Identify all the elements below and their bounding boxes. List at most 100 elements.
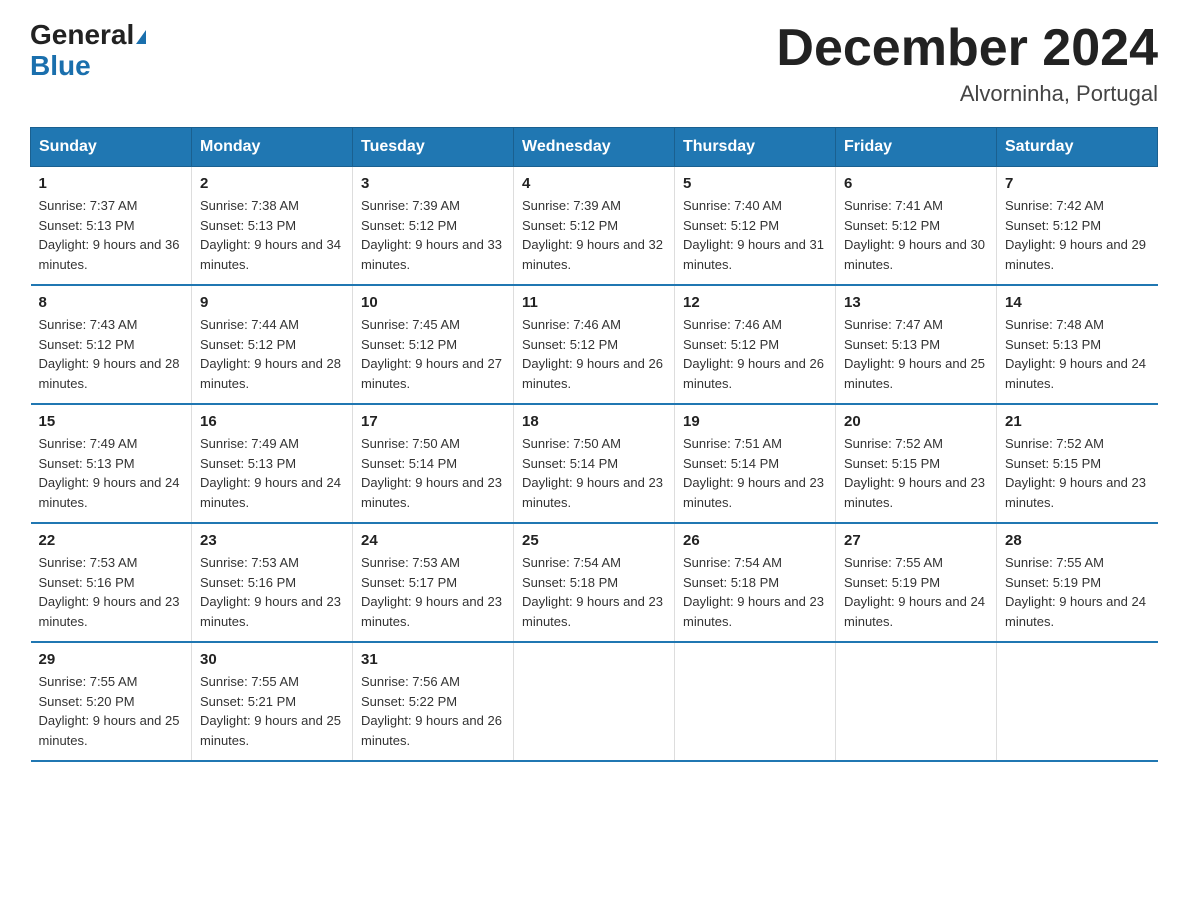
table-row	[675, 642, 836, 761]
table-row: 2 Sunrise: 7:38 AM Sunset: 5:13 PM Dayli…	[192, 167, 353, 286]
day-info: Sunrise: 7:42 AM Sunset: 5:12 PM Dayligh…	[1005, 196, 1150, 274]
calendar-week-row: 22 Sunrise: 7:53 AM Sunset: 5:16 PM Dayl…	[31, 523, 1158, 642]
table-row	[514, 642, 675, 761]
day-info: Sunrise: 7:49 AM Sunset: 5:13 PM Dayligh…	[200, 434, 344, 512]
title-block: December 2024 Alvorninha, Portugal	[776, 20, 1158, 107]
location-title: Alvorninha, Portugal	[776, 81, 1158, 107]
day-number: 20	[844, 413, 988, 430]
day-info: Sunrise: 7:46 AM Sunset: 5:12 PM Dayligh…	[522, 315, 666, 393]
day-number: 12	[683, 294, 827, 311]
day-number: 13	[844, 294, 988, 311]
day-number: 3	[361, 175, 505, 192]
day-number: 26	[683, 532, 827, 549]
day-number: 30	[200, 651, 344, 668]
day-number: 4	[522, 175, 666, 192]
table-row: 28 Sunrise: 7:55 AM Sunset: 5:19 PM Dayl…	[997, 523, 1158, 642]
day-number: 8	[39, 294, 184, 311]
table-row: 23 Sunrise: 7:53 AM Sunset: 5:16 PM Dayl…	[192, 523, 353, 642]
table-row: 20 Sunrise: 7:52 AM Sunset: 5:15 PM Dayl…	[836, 404, 997, 523]
day-info: Sunrise: 7:40 AM Sunset: 5:12 PM Dayligh…	[683, 196, 827, 274]
day-info: Sunrise: 7:52 AM Sunset: 5:15 PM Dayligh…	[1005, 434, 1150, 512]
day-info: Sunrise: 7:43 AM Sunset: 5:12 PM Dayligh…	[39, 315, 184, 393]
day-number: 21	[1005, 413, 1150, 430]
calendar-week-row: 1 Sunrise: 7:37 AM Sunset: 5:13 PM Dayli…	[31, 167, 1158, 286]
calendar-week-row: 8 Sunrise: 7:43 AM Sunset: 5:12 PM Dayli…	[31, 285, 1158, 404]
table-row: 11 Sunrise: 7:46 AM Sunset: 5:12 PM Dayl…	[514, 285, 675, 404]
day-number: 7	[1005, 175, 1150, 192]
day-info: Sunrise: 7:53 AM Sunset: 5:16 PM Dayligh…	[39, 553, 184, 631]
calendar-table: Sunday Monday Tuesday Wednesday Thursday…	[30, 127, 1158, 762]
day-info: Sunrise: 7:44 AM Sunset: 5:12 PM Dayligh…	[200, 315, 344, 393]
day-number: 17	[361, 413, 505, 430]
table-row: 10 Sunrise: 7:45 AM Sunset: 5:12 PM Dayl…	[353, 285, 514, 404]
table-row: 26 Sunrise: 7:54 AM Sunset: 5:18 PM Dayl…	[675, 523, 836, 642]
day-number: 18	[522, 413, 666, 430]
logo-blue-text: Blue	[30, 50, 91, 81]
day-info: Sunrise: 7:48 AM Sunset: 5:13 PM Dayligh…	[1005, 315, 1150, 393]
logo: General Blue	[30, 20, 146, 82]
logo-triangle-icon	[136, 30, 146, 44]
table-row	[836, 642, 997, 761]
day-number: 1	[39, 175, 184, 192]
table-row: 17 Sunrise: 7:50 AM Sunset: 5:14 PM Dayl…	[353, 404, 514, 523]
table-row: 12 Sunrise: 7:46 AM Sunset: 5:12 PM Dayl…	[675, 285, 836, 404]
day-info: Sunrise: 7:50 AM Sunset: 5:14 PM Dayligh…	[522, 434, 666, 512]
table-row	[997, 642, 1158, 761]
page-header: General Blue December 2024 Alvorninha, P…	[30, 20, 1158, 107]
day-info: Sunrise: 7:46 AM Sunset: 5:12 PM Dayligh…	[683, 315, 827, 393]
col-tuesday: Tuesday	[353, 128, 514, 167]
table-row: 31 Sunrise: 7:56 AM Sunset: 5:22 PM Dayl…	[353, 642, 514, 761]
day-number: 10	[361, 294, 505, 311]
col-thursday: Thursday	[675, 128, 836, 167]
col-wednesday: Wednesday	[514, 128, 675, 167]
table-row: 16 Sunrise: 7:49 AM Sunset: 5:13 PM Dayl…	[192, 404, 353, 523]
day-number: 14	[1005, 294, 1150, 311]
col-friday: Friday	[836, 128, 997, 167]
table-row: 9 Sunrise: 7:44 AM Sunset: 5:12 PM Dayli…	[192, 285, 353, 404]
table-row: 24 Sunrise: 7:53 AM Sunset: 5:17 PM Dayl…	[353, 523, 514, 642]
logo-text: General	[30, 20, 146, 51]
day-number: 19	[683, 413, 827, 430]
day-number: 9	[200, 294, 344, 311]
calendar-week-row: 15 Sunrise: 7:49 AM Sunset: 5:13 PM Dayl…	[31, 404, 1158, 523]
table-row: 19 Sunrise: 7:51 AM Sunset: 5:14 PM Dayl…	[675, 404, 836, 523]
table-row: 13 Sunrise: 7:47 AM Sunset: 5:13 PM Dayl…	[836, 285, 997, 404]
table-row: 6 Sunrise: 7:41 AM Sunset: 5:12 PM Dayli…	[836, 167, 997, 286]
day-info: Sunrise: 7:55 AM Sunset: 5:19 PM Dayligh…	[1005, 553, 1150, 631]
table-row: 15 Sunrise: 7:49 AM Sunset: 5:13 PM Dayl…	[31, 404, 192, 523]
table-row: 29 Sunrise: 7:55 AM Sunset: 5:20 PM Dayl…	[31, 642, 192, 761]
day-number: 5	[683, 175, 827, 192]
day-info: Sunrise: 7:54 AM Sunset: 5:18 PM Dayligh…	[522, 553, 666, 631]
day-info: Sunrise: 7:55 AM Sunset: 5:19 PM Dayligh…	[844, 553, 988, 631]
table-row: 5 Sunrise: 7:40 AM Sunset: 5:12 PM Dayli…	[675, 167, 836, 286]
day-info: Sunrise: 7:37 AM Sunset: 5:13 PM Dayligh…	[39, 196, 184, 274]
col-sunday: Sunday	[31, 128, 192, 167]
logo-general-text: General	[30, 19, 146, 50]
day-number: 28	[1005, 532, 1150, 549]
day-info: Sunrise: 7:55 AM Sunset: 5:20 PM Dayligh…	[39, 672, 184, 750]
calendar-week-row: 29 Sunrise: 7:55 AM Sunset: 5:20 PM Dayl…	[31, 642, 1158, 761]
day-number: 6	[844, 175, 988, 192]
day-info: Sunrise: 7:39 AM Sunset: 5:12 PM Dayligh…	[522, 196, 666, 274]
day-info: Sunrise: 7:54 AM Sunset: 5:18 PM Dayligh…	[683, 553, 827, 631]
day-number: 25	[522, 532, 666, 549]
day-number: 29	[39, 651, 184, 668]
day-info: Sunrise: 7:41 AM Sunset: 5:12 PM Dayligh…	[844, 196, 988, 274]
day-number: 27	[844, 532, 988, 549]
day-info: Sunrise: 7:53 AM Sunset: 5:16 PM Dayligh…	[200, 553, 344, 631]
col-saturday: Saturday	[997, 128, 1158, 167]
day-number: 2	[200, 175, 344, 192]
table-row: 1 Sunrise: 7:37 AM Sunset: 5:13 PM Dayli…	[31, 167, 192, 286]
day-number: 22	[39, 532, 184, 549]
day-info: Sunrise: 7:50 AM Sunset: 5:14 PM Dayligh…	[361, 434, 505, 512]
table-row: 4 Sunrise: 7:39 AM Sunset: 5:12 PM Dayli…	[514, 167, 675, 286]
table-row: 7 Sunrise: 7:42 AM Sunset: 5:12 PM Dayli…	[997, 167, 1158, 286]
day-info: Sunrise: 7:38 AM Sunset: 5:13 PM Dayligh…	[200, 196, 344, 274]
calendar-header-row: Sunday Monday Tuesday Wednesday Thursday…	[31, 128, 1158, 167]
day-number: 24	[361, 532, 505, 549]
table-row: 25 Sunrise: 7:54 AM Sunset: 5:18 PM Dayl…	[514, 523, 675, 642]
day-number: 31	[361, 651, 505, 668]
day-info: Sunrise: 7:45 AM Sunset: 5:12 PM Dayligh…	[361, 315, 505, 393]
day-number: 11	[522, 294, 666, 311]
day-info: Sunrise: 7:56 AM Sunset: 5:22 PM Dayligh…	[361, 672, 505, 750]
